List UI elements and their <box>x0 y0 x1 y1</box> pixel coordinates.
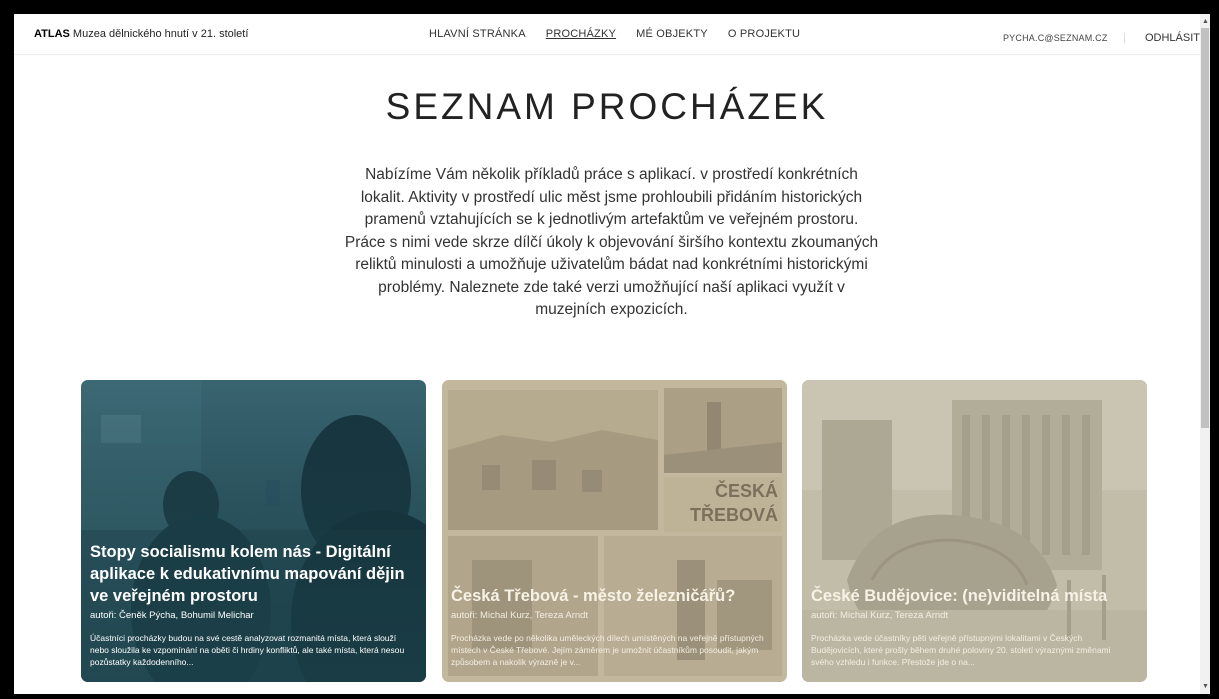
walk-card-socialism[interactable]: Stopy socialismu kolem nás - Digitální a… <box>81 380 426 682</box>
page-title: SEZNAM PROCHÁZEK <box>385 86 829 127</box>
brand-name: ATLAS <box>34 28 70 40</box>
card-authors: autoři: Michal Kurz, Tereza Arndt <box>451 610 589 621</box>
scroll-up-arrow-icon[interactable]: ▲ <box>1202 18 1209 25</box>
nav-link-home[interactable]: HLAVNÍ STRÁNKA <box>429 28 526 40</box>
scroll-thumb[interactable] <box>1201 28 1209 428</box>
card-body: České Budějovice: (ne)viditelná místa au… <box>811 585 1135 668</box>
card-body: Česká Třebová - město železničářů? autoř… <box>451 585 775 668</box>
card-title[interactable]: Stopy socialismu kolem nás - Digitální a… <box>90 541 414 607</box>
user-nav: PYCHA.C@SEZNAM.CZ ODHLÁSIT <box>1003 28 1200 46</box>
page-scrollbar[interactable]: ▲ ▼ <box>1200 14 1210 694</box>
walk-card-ceske-budejovice[interactable]: České Budějovice: (ne)viditelná místa au… <box>802 380 1147 682</box>
card-description: Účastníci procházky budou na své cestě a… <box>90 633 405 667</box>
card-title[interactable]: České Budějovice: (ne)viditelná místa <box>811 585 1135 607</box>
card-title[interactable]: Česká Třebová - město železničářů? <box>451 585 775 607</box>
card-description: Procházka vede po několika uměleckých dí… <box>451 633 764 667</box>
card-authors: autoři: Michal Kurz, Tereza Arndt <box>811 610 949 621</box>
brand-subtitle: Muzea dělnického hnutí v 21. století <box>69 28 249 40</box>
card-description: Procházka vede účastníky pěti veřejně př… <box>811 633 1111 667</box>
card-body: Stopy socialismu kolem nás - Digitální a… <box>90 541 414 668</box>
user-email[interactable]: PYCHA.C@SEZNAM.CZ <box>1003 33 1125 43</box>
nav-link-about[interactable]: O PROJEKTU <box>728 28 800 40</box>
nav-link-walks[interactable]: PROCHÁZKY <box>546 28 616 40</box>
card-authors: autoři: Čeněk Pýcha, Bohumil Melichar <box>90 610 254 621</box>
browser-viewport: ATLAS Muzea dělnického hnutí v 21. stole… <box>14 14 1210 694</box>
main-nav: HLAVNÍ STRÁNKA PROCHÁZKY MÉ OBJEKTY O PR… <box>429 28 817 40</box>
nav-link-my-objects[interactable]: MÉ OBJEKTY <box>636 28 708 40</box>
walk-card-ceska-trebova[interactable]: ČESKÁ TŘEBOVÁ Česká Třebová - město žele… <box>442 380 787 682</box>
brand-logo[interactable]: ATLAS Muzea dělnického hnutí v 21. stole… <box>34 28 248 40</box>
top-navbar: ATLAS Muzea dělnického hnutí v 21. stole… <box>14 14 1210 55</box>
scroll-down-arrow-icon[interactable]: ▼ <box>1202 683 1209 690</box>
intro-paragraph: Nabízíme Vám několik příkladů práce s ap… <box>344 166 879 318</box>
logout-link[interactable]: ODHLÁSIT <box>1145 32 1200 44</box>
